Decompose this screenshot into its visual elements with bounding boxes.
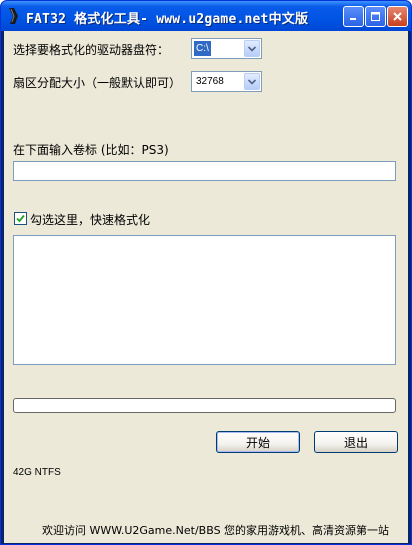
close-button[interactable]	[387, 6, 408, 27]
drive-select[interactable]: C:\	[191, 38, 262, 59]
app-window: FAT32 格式化工具- www.u2game.net中文版 选择要格式化的驱动…	[0, 0, 412, 545]
dropdown-arrow-icon[interactable]	[244, 73, 260, 90]
maximize-icon	[371, 12, 380, 21]
log-textarea[interactable]	[13, 235, 396, 365]
start-button[interactable]: 开始	[216, 431, 300, 453]
dropdown-arrow-icon[interactable]	[244, 40, 260, 57]
exit-button[interactable]: 退出	[314, 431, 398, 453]
dialog-body: 选择要格式化的驱动器盘符： C:\ 扇区分配大小（一般默认即可） 32768 在…	[4, 31, 408, 543]
footer-text: 欢迎访问 WWW.U2Game.Net/BBS 您的家用游戏机、高清资源第一站	[42, 524, 390, 537]
cluster-size-select[interactable]: 32768	[191, 71, 262, 92]
quick-format-label[interactable]: 勾选这里，快速格式化	[30, 211, 150, 228]
window-title: FAT32 格式化工具- www.u2game.net中文版	[26, 12, 309, 27]
progress-bar	[13, 398, 396, 413]
close-icon	[393, 12, 402, 21]
drive-select-value: C:\	[194, 41, 211, 56]
volume-label-input[interactable]	[13, 161, 396, 181]
maximize-button[interactable]	[365, 6, 386, 27]
title-bar[interactable]: FAT32 格式化工具- www.u2game.net中文版	[1, 1, 411, 31]
status-text: 42G NTFS	[13, 467, 61, 478]
checkmark-icon	[16, 214, 25, 223]
cluster-size-value: 32768	[196, 76, 224, 87]
app-icon	[9, 8, 18, 24]
cluster-size-label: 扇区分配大小（一般默认即可）	[13, 76, 182, 90]
volume-label-caption: 在下面输入卷标 (比如：PS3)	[13, 143, 169, 157]
minimize-icon	[350, 18, 356, 20]
minimize-button[interactable]	[343, 6, 364, 27]
drive-label: 选择要格式化的驱动器盘符：	[13, 43, 170, 57]
quick-format-checkbox[interactable]	[14, 212, 27, 225]
